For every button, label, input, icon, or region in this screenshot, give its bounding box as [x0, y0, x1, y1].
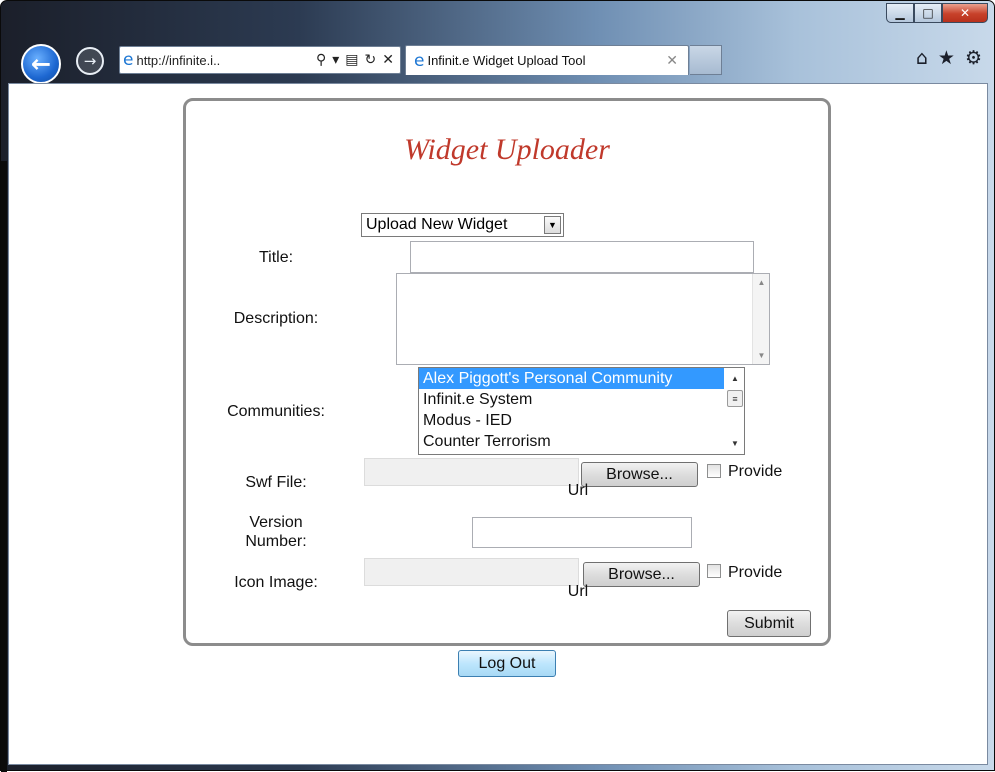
minimize-icon[interactable]: ▁ — [886, 3, 914, 23]
icon-image-label: Icon Image: — [234, 574, 318, 591]
submit-button[interactable]: Submit — [727, 610, 811, 637]
version-label-line2: Number: — [245, 533, 307, 550]
address-bar[interactable]: e http://infinite.i.. ⚲ ▾ ▤ ↻ ✕ — [119, 46, 401, 74]
page-content: Widget Uploader Upload New Widget ▼ Titl… — [8, 83, 988, 765]
tab-ie-icon: e — [414, 50, 425, 71]
list-item[interactable]: Infinit.e System — [419, 389, 744, 410]
scroll-up-icon[interactable]: ▲ — [727, 370, 743, 387]
home-icon[interactable]: ⌂ — [916, 47, 928, 69]
icon-provide-url-checkbox[interactable] — [707, 564, 721, 578]
page-title: Widget Uploader — [404, 133, 610, 166]
icon-file-field[interactable] — [364, 558, 579, 586]
tab-close-icon[interactable]: ✕ — [666, 52, 678, 69]
browser-window: ▁ □ ✕ ← → e http://infinite.i.. ⚲ ▾ ▤ ↻ … — [0, 0, 995, 772]
search-icon[interactable]: ⚲ — [316, 52, 326, 68]
icon-url-label: Url — [567, 583, 589, 600]
mode-select[interactable]: Upload New Widget ▼ — [361, 213, 564, 237]
swf-provide-label: Provide — [728, 463, 783, 480]
browser-titlebar: ▁ □ ✕ ← → e http://infinite.i.. ⚲ ▾ ▤ ↻ … — [1, 1, 994, 84]
close-window-icon[interactable]: ✕ — [942, 3, 988, 23]
swf-provide-url-checkbox[interactable] — [707, 464, 721, 478]
mode-select-value: Upload New Widget — [366, 216, 508, 233]
version-label-line1: Version — [249, 514, 303, 531]
icon-browse-button[interactable]: Browse... — [583, 562, 700, 587]
stop-icon[interactable]: ✕ — [382, 52, 394, 68]
refresh-icon[interactable]: ↻ — [365, 52, 377, 68]
list-item[interactable]: Counter Terrorism — [419, 431, 744, 452]
scroll-thumb-icon[interactable]: ≡ — [727, 390, 743, 407]
toolbar-right-icons: ⌂ ★ ⚙ — [916, 47, 982, 69]
uploader-panel: Widget Uploader Upload New Widget ▼ Titl… — [183, 98, 831, 646]
back-arrow-icon[interactable]: ← — [21, 44, 61, 84]
window-controls: ▁ □ ✕ — [886, 3, 988, 23]
communities-listbox[interactable]: Alex Piggott's Personal Community Infini… — [418, 367, 745, 455]
dropdown-icon[interactable]: ▾ — [332, 52, 339, 68]
description-scrollbar[interactable]: ▲ ▼ — [752, 274, 769, 364]
communities-scrollbar[interactable]: ▲ ≡ ▼ — [724, 368, 744, 454]
description-label: Description: — [233, 310, 319, 327]
version-input[interactable] — [472, 517, 692, 548]
maximize-icon[interactable]: □ — [914, 3, 942, 23]
chevron-down-icon[interactable]: ▼ — [544, 216, 561, 234]
address-tools: ⚲ ▾ ▤ ↻ ✕ — [316, 52, 400, 68]
new-tab-button[interactable] — [690, 45, 722, 75]
address-url[interactable]: http://infinite.i.. — [136, 53, 266, 68]
icon-provide-label: Provide — [728, 564, 783, 581]
list-item[interactable]: Alex Piggott's Personal Community — [419, 368, 744, 389]
scroll-up-icon[interactable]: ▲ — [753, 274, 770, 291]
communities-label: Communities: — [227, 403, 325, 420]
tab-title: Infinit.e Widget Upload Tool — [427, 53, 586, 68]
scroll-down-icon[interactable]: ▼ — [727, 435, 743, 452]
swf-browse-button[interactable]: Browse... — [581, 462, 698, 487]
window-edge — [1, 161, 7, 772]
description-textarea[interactable]: ▲ ▼ — [396, 273, 770, 365]
tab-widget-upload-tool[interactable]: e Infinit.e Widget Upload Tool ✕ — [405, 45, 689, 75]
swf-file-field[interactable] — [364, 458, 579, 486]
settings-gear-icon[interactable]: ⚙ — [965, 47, 982, 69]
forward-arrow-icon[interactable]: → — [76, 47, 104, 75]
title-label: Title: — [258, 249, 294, 266]
swf-file-label: Swf File: — [245, 474, 307, 491]
scroll-down-icon[interactable]: ▼ — [753, 347, 770, 364]
ie-logo-icon: e — [123, 50, 134, 70]
list-item[interactable]: Modus - IED — [419, 410, 744, 431]
title-input[interactable] — [410, 241, 754, 273]
swf-url-label: Url — [567, 482, 589, 499]
favorites-star-icon[interactable]: ★ — [938, 47, 955, 69]
compatibility-icon[interactable]: ▤ — [345, 52, 358, 68]
logout-button[interactable]: Log Out — [458, 650, 556, 677]
